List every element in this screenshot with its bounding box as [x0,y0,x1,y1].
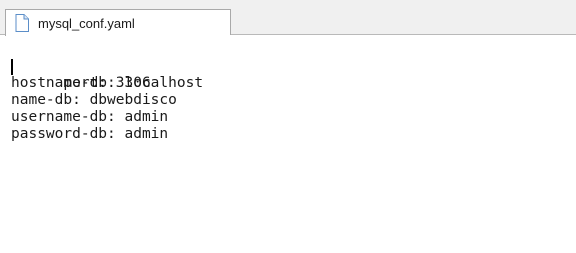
editor-line: username-db: admin [11,109,169,125]
tab-mysql-conf[interactable]: mysql_conf.yaml [5,9,231,36]
editor-line: hostname-db: localhost [11,75,204,91]
text-caret [11,59,13,75]
editor-line: port: 3306 [11,58,576,91]
tab-label: mysql_conf.yaml [38,15,135,31]
text-editor-area[interactable]: port: 3306 hostname-db: localhost name-d… [6,35,576,253]
editor-window: mysql_conf.yaml port: 3306 hostname-db: … [0,0,576,253]
editor-line: password-db: admin [11,126,169,142]
editor-line: name-db: dbwebdisco [11,92,177,108]
tab-bar: mysql_conf.yaml [0,0,576,36]
document-icon [15,14,29,32]
